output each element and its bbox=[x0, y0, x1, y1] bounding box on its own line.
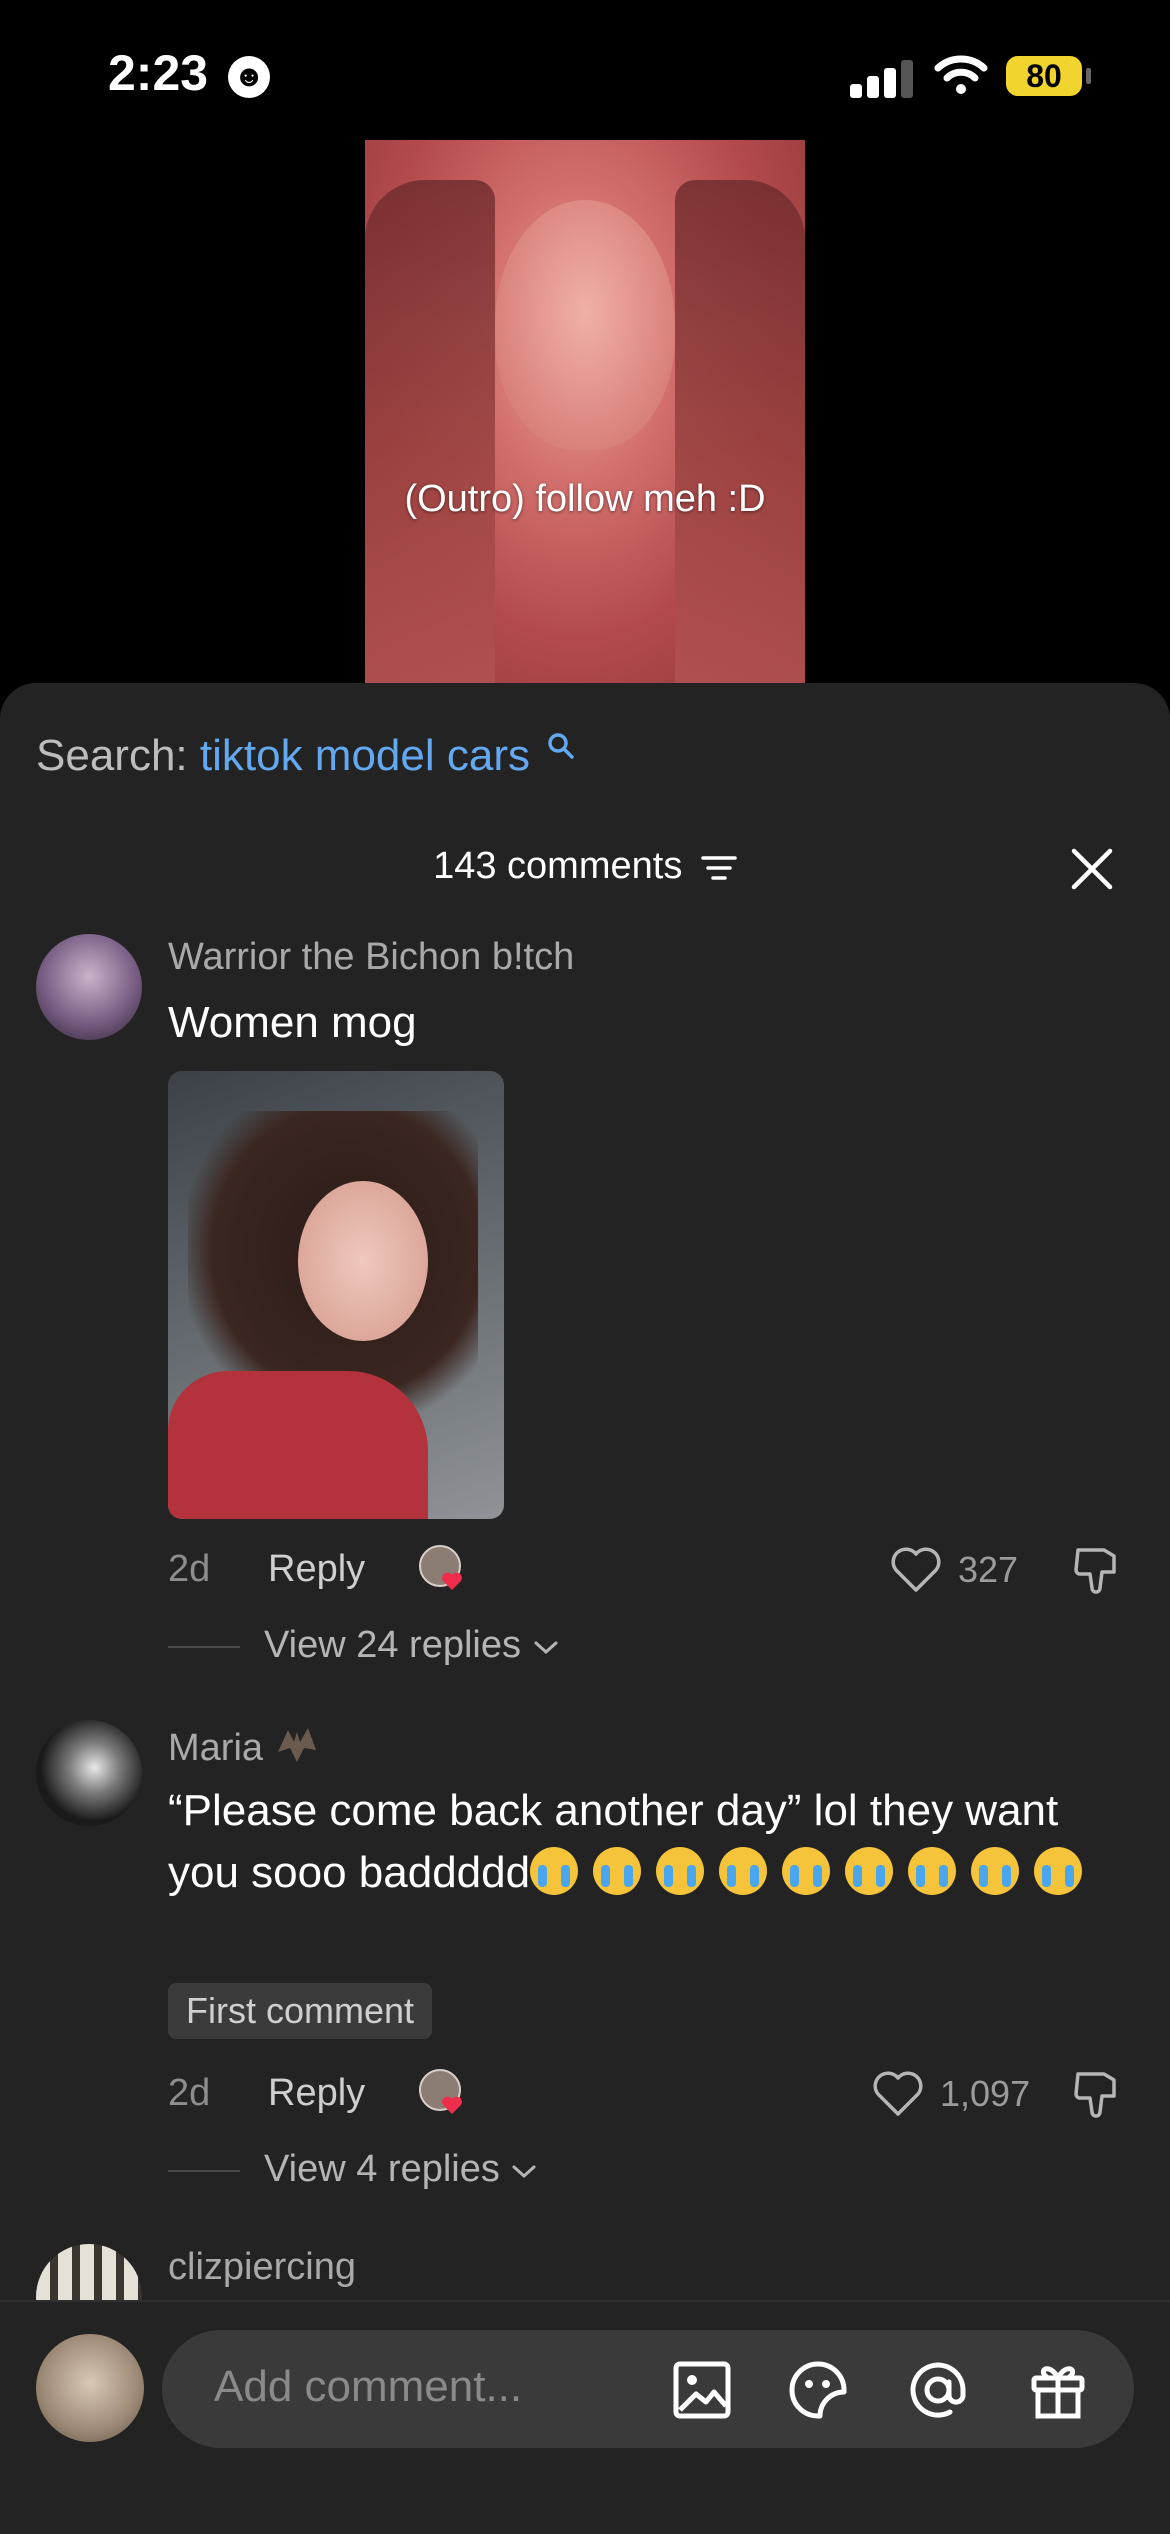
like-count: 1,097 bbox=[940, 2073, 1031, 2114]
comments-count-header[interactable]: 143 comments bbox=[0, 845, 1170, 888]
heart-icon[interactable] bbox=[872, 2070, 924, 2118]
image-shirt bbox=[168, 1371, 428, 1519]
video-preview[interactable]: (Outro) follow meh :D bbox=[365, 140, 805, 685]
signal-icon bbox=[850, 58, 916, 98]
search-suggestion[interactable]: Search: tiktok model cars bbox=[36, 731, 576, 781]
comment-username[interactable]: Maria bbox=[168, 1722, 320, 1770]
video-face bbox=[495, 200, 675, 450]
avatar[interactable] bbox=[36, 934, 142, 1040]
dislike-icon[interactable] bbox=[1070, 2068, 1122, 2120]
my-avatar[interactable] bbox=[36, 2334, 144, 2442]
crying-emoji-icon bbox=[1034, 1847, 1083, 1895]
comment-age: 2d bbox=[168, 2072, 211, 2114]
crying-emoji-icon bbox=[719, 1847, 768, 1895]
smiley-icon: ☻ bbox=[228, 56, 270, 98]
like-control[interactable]: 1,097 bbox=[872, 2070, 1030, 2118]
replies-divider bbox=[168, 1645, 240, 1648]
video-hair-right bbox=[675, 180, 805, 685]
reply-button[interactable]: Reply bbox=[268, 1548, 365, 1591]
creator-liked-icon bbox=[419, 1545, 462, 1590]
status-time: 2:23 bbox=[108, 45, 209, 101]
mention-icon[interactable] bbox=[906, 2358, 970, 2422]
first-comment-badge: First comment bbox=[168, 1983, 433, 2039]
bat-emoji-icon bbox=[277, 1728, 316, 1762]
avatar[interactable] bbox=[36, 1720, 142, 1826]
gift-icon[interactable] bbox=[1026, 2358, 1090, 2422]
chevron-down-icon bbox=[512, 2165, 536, 2178]
comment-age: 2d bbox=[168, 1548, 211, 1590]
view-replies-button[interactable]: View 24 replies bbox=[168, 1624, 560, 1667]
crying-emoji-icon bbox=[782, 1847, 831, 1895]
close-icon[interactable] bbox=[1070, 847, 1114, 891]
battery-icon: 80 bbox=[1006, 56, 1082, 96]
view-replies-label: View 24 replies bbox=[264, 1624, 522, 1666]
filter-icon[interactable] bbox=[701, 853, 737, 883]
crying-emoji-icon bbox=[971, 1847, 1020, 1895]
reply-button[interactable]: Reply bbox=[268, 2072, 365, 2115]
search-prefix: Search: bbox=[36, 731, 188, 780]
image-icon[interactable] bbox=[670, 2358, 734, 2422]
username-text: Maria bbox=[168, 1727, 264, 1769]
comment-composer-bar: Add comment... bbox=[0, 2300, 1170, 2534]
like-count: 327 bbox=[958, 1549, 1019, 1590]
comment-text: “Please come back another day” lol they … bbox=[168, 1780, 1128, 1904]
view-replies-label: View 4 replies bbox=[264, 2148, 500, 2190]
video-hair-left bbox=[365, 180, 495, 685]
comment-username[interactable]: Warrior the Bichon b!tch bbox=[168, 936, 574, 979]
chevron-down-icon bbox=[534, 1641, 558, 1654]
heart-icon[interactable] bbox=[890, 1546, 942, 1594]
like-control[interactable]: 327 bbox=[890, 1546, 1018, 1594]
battery-tip bbox=[1086, 68, 1091, 84]
creator-liked-icon bbox=[419, 2069, 462, 2114]
wifi-icon bbox=[934, 55, 988, 94]
video-caption: (Outro) follow meh :D bbox=[404, 478, 766, 520]
crying-emoji-icon bbox=[656, 1847, 705, 1895]
dislike-icon[interactable] bbox=[1070, 1544, 1122, 1596]
replies-divider bbox=[168, 2169, 240, 2172]
crying-emoji-icon bbox=[593, 1847, 642, 1895]
comments-count: 143 comments bbox=[433, 845, 683, 887]
comment-username[interactable]: clizpiercing bbox=[168, 2246, 356, 2289]
comment-attached-image[interactable] bbox=[168, 1071, 504, 1519]
crying-emoji-icon bbox=[908, 1847, 957, 1895]
crying-emoji-icon bbox=[530, 1847, 579, 1895]
crying-emoji-icon bbox=[845, 1847, 894, 1895]
search-term-link[interactable]: tiktok model cars bbox=[200, 731, 530, 780]
comment-input[interactable]: Add comment... bbox=[162, 2330, 1134, 2448]
search-icon bbox=[548, 733, 574, 759]
image-face bbox=[298, 1181, 428, 1341]
sticker-icon[interactable] bbox=[786, 2358, 850, 2422]
comment-text: Women mog bbox=[168, 998, 417, 1047]
status-bar: 2:23 ☻ 80 bbox=[0, 0, 1170, 140]
comment-input-placeholder: Add comment... bbox=[214, 2362, 523, 2411]
view-replies-button[interactable]: View 4 replies bbox=[168, 2148, 538, 2191]
